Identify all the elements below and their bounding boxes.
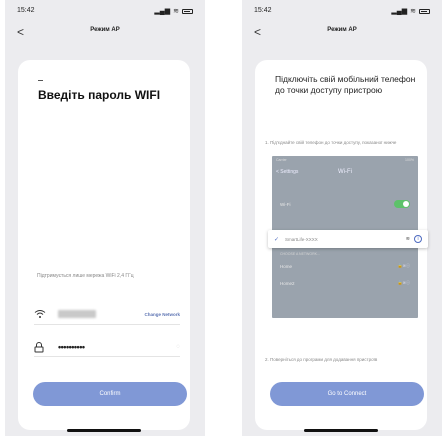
wifi-network-row[interactable]: Change Network	[34, 306, 180, 322]
card-title: Введіть пароль WIFI	[38, 88, 161, 102]
divider	[34, 324, 180, 325]
lock-icon	[34, 341, 44, 352]
battery-icon	[419, 8, 430, 14]
preview-network-row: Home2 🔒≋ⓘ	[280, 280, 410, 286]
wifi-status-icon: ≋	[410, 8, 416, 15]
info-icon: i	[414, 235, 422, 243]
wifi-signal-icon: ≋	[405, 236, 410, 242]
lock-wifi-info-icons: 🔒≋ⓘ	[397, 263, 410, 268]
phone-screen-ap-connect: 15:42 ▂▄▆ ≋ < Режим AP Підключіть свій м…	[242, 0, 442, 436]
nav-bar: < Режим AP	[242, 24, 442, 40]
selected-network-name: SmartLife-XXXX	[285, 236, 318, 242]
lock-wifi-info-icons: 🔒≋ⓘ	[397, 280, 410, 285]
status-icons: ▂▄▆ ≋	[391, 7, 430, 15]
preview-title: Wi-Fi	[338, 169, 352, 175]
step-2-text: 2. Поверніться до програми для додавання…	[265, 357, 378, 362]
back-icon[interactable]: <	[254, 24, 261, 40]
wifi-status-icon: ≋	[173, 8, 179, 15]
check-icon: ✓	[274, 236, 280, 243]
go-to-connect-button[interactable]: Go to Connect	[270, 382, 424, 406]
status-time: 15:42	[17, 7, 35, 14]
status-bar: 15:42 ▂▄▆ ≋	[5, 6, 205, 18]
home-indicator	[67, 429, 141, 432]
confirm-button[interactable]: Confirm	[33, 382, 187, 406]
preview-wifi-row: Wi-Fi	[280, 200, 410, 208]
preview-choose-label: CHOOSE A NETWORK...	[280, 252, 320, 256]
ssid-value-redacted	[58, 310, 96, 318]
change-network-link[interactable]: Change Network	[144, 312, 180, 317]
preview-status-bar: Carrier 100%	[276, 158, 414, 162]
card-title: Підключіть свій мобільний телефон до точ…	[275, 74, 416, 95]
eye-icon[interactable]: ◌	[176, 344, 180, 350]
step-1-text: 1. Під'єднайте свій телефон до точки дос…	[265, 140, 397, 145]
signal-icon: ▂▄▆	[391, 8, 408, 15]
title-decoration	[38, 80, 43, 81]
wifi-icon	[34, 310, 46, 318]
wifi-card: Введіть пароль WIFI Підтримується лише м…	[18, 60, 190, 430]
preview-network-name: Home	[280, 263, 293, 269]
page-title: Режим AP	[327, 27, 357, 33]
password-row[interactable]: •••••••••• ◌	[34, 339, 180, 355]
battery-icon	[182, 8, 193, 14]
status-icons: ▂▄▆ ≋	[154, 7, 193, 15]
wifi-note: Підтримується лише мережа WiFi 2,4 ГГц	[37, 273, 134, 279]
ap-card: Підключіть свій мобільний телефон до точ…	[255, 60, 428, 430]
signal-icon: ▂▄▆	[154, 8, 171, 15]
back-icon[interactable]: <	[17, 24, 24, 40]
preview-carrier: Carrier	[276, 158, 287, 162]
status-time: 15:42	[254, 7, 272, 14]
preview-wifi-label: Wi-Fi	[280, 201, 291, 207]
nav-bar: < Режим AP	[5, 24, 205, 40]
preview-network-name: Home2	[280, 280, 295, 286]
phone-screen-wifi-password: 15:42 ▂▄▆ ≋ < Режим AP Введіть пароль WI…	[5, 0, 205, 436]
home-indicator	[304, 429, 378, 432]
preview-toggle	[394, 200, 410, 208]
preview-nav: < Settings Wi-Fi	[272, 166, 418, 180]
preview-network-row: Home 🔒≋ⓘ	[280, 263, 410, 269]
settings-preview-image: Carrier 100% < Settings Wi-Fi Wi-Fi ✓ Sm…	[268, 156, 428, 318]
divider	[34, 356, 180, 357]
selected-network-highlight: ✓ SmartLife-XXXX ≋ i	[268, 230, 428, 248]
page-title: Режим AP	[90, 27, 120, 33]
status-bar: 15:42 ▂▄▆ ≋	[242, 6, 442, 18]
password-field[interactable]: ••••••••••	[58, 342, 85, 352]
preview-battery: 100%	[405, 158, 414, 162]
